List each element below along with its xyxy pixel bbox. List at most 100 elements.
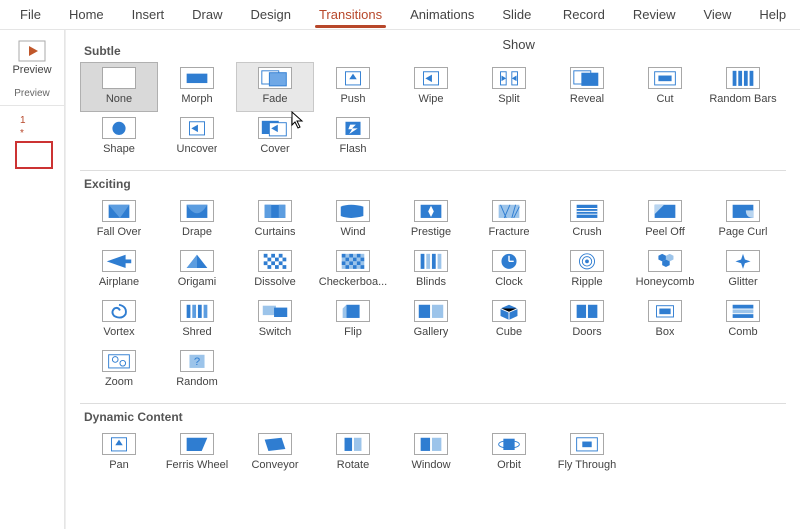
transition-pan[interactable]: Pan [80, 428, 158, 478]
transition-honeycomb[interactable]: Honeycomb [626, 245, 704, 295]
transition-ripple[interactable]: Ripple [548, 245, 626, 295]
transition-blinds-label: Blinds [416, 276, 446, 288]
preview-icon [18, 40, 46, 62]
transition-morph[interactable]: Morph [158, 62, 236, 112]
transition-flash[interactable]: Flash [314, 112, 392, 162]
preview-group-label: Preview [0, 88, 64, 106]
transition-clock[interactable]: Clock [470, 245, 548, 295]
transition-blinds[interactable]: Blinds [392, 245, 470, 295]
transition-wipe-label: Wipe [418, 93, 443, 105]
transition-rotate-icon [336, 433, 370, 455]
transition-ferris-wheel-icon [180, 433, 214, 455]
transition-drape[interactable]: Drape [158, 195, 236, 245]
transition-cut-label: Cut [656, 93, 673, 105]
tab-transitions[interactable]: Transitions [305, 0, 396, 30]
transition-push[interactable]: Push [314, 62, 392, 112]
transition-box-icon [648, 300, 682, 322]
transition-rotate[interactable]: Rotate [314, 428, 392, 478]
tab-design[interactable]: Design [237, 0, 305, 30]
transition-cut-icon [648, 67, 682, 89]
tab-insert[interactable]: Insert [118, 0, 179, 30]
transition-morph-label: Morph [181, 93, 212, 105]
tab-record[interactable]: Record [549, 0, 619, 30]
transition-dissolve-label: Dissolve [254, 276, 296, 288]
transition-gallery[interactable]: Gallery [392, 295, 470, 345]
tab-animations[interactable]: Animations [396, 0, 488, 30]
transition-uncover[interactable]: Uncover [158, 112, 236, 162]
transition-page-curl[interactable]: Page Curl [704, 195, 782, 245]
transition-ferris-wheel[interactable]: Ferris Wheel [158, 428, 236, 478]
transition-checkerboa[interactable]: Checkerboa... [314, 245, 392, 295]
transition-curtains[interactable]: Curtains [236, 195, 314, 245]
transition-none-label: None [106, 93, 132, 105]
transition-fade[interactable]: Fade [236, 62, 314, 112]
transition-vortex-label: Vortex [103, 326, 134, 338]
transition-wind[interactable]: Wind [314, 195, 392, 245]
transition-comb[interactable]: Comb [704, 295, 782, 345]
slide-thumbnail[interactable] [16, 142, 52, 168]
transition-reveal-label: Reveal [570, 93, 604, 105]
transition-flash-label: Flash [340, 143, 367, 155]
transition-fracture[interactable]: Fracture [470, 195, 548, 245]
transition-dissolve[interactable]: Dissolve [236, 245, 314, 295]
tab-slide-show[interactable]: Slide Show [488, 0, 549, 30]
transition-fly-through-icon [570, 433, 604, 455]
transition-clock-label: Clock [495, 276, 523, 288]
transition-reveal-icon [570, 67, 604, 89]
transition-window[interactable]: Window [392, 428, 470, 478]
slide-thumbnail-rail: 1 * [12, 106, 52, 168]
transition-reveal[interactable]: Reveal [548, 62, 626, 112]
transition-none[interactable]: None [80, 62, 158, 112]
transition-conveyor[interactable]: Conveyor [236, 428, 314, 478]
transition-split[interactable]: Split [470, 62, 548, 112]
transition-checkerboa-icon [336, 250, 370, 272]
transition-dissolve-icon [258, 250, 292, 272]
transition-uncover-label: Uncover [177, 143, 218, 155]
transition-airplane[interactable]: Airplane [80, 245, 158, 295]
tab-help[interactable]: Help [745, 0, 800, 30]
transition-peel-off[interactable]: Peel Off [626, 195, 704, 245]
section-title-exciting: Exciting [84, 177, 786, 191]
transition-crush[interactable]: Crush [548, 195, 626, 245]
transition-shape-icon [102, 117, 136, 139]
tab-view[interactable]: View [689, 0, 745, 30]
tab-file[interactable]: File [6, 0, 55, 30]
transition-doors[interactable]: Doors [548, 295, 626, 345]
transition-zoom[interactable]: Zoom [80, 345, 158, 395]
transition-gallery-icon [414, 300, 448, 322]
transition-morph-icon [180, 67, 214, 89]
slide-animation-indicator: * [12, 130, 24, 138]
transition-prestige[interactable]: Prestige [392, 195, 470, 245]
transition-cover[interactable]: Cover [236, 112, 314, 162]
transition-box[interactable]: Box [626, 295, 704, 345]
transition-curtains-icon [258, 200, 292, 222]
tab-draw[interactable]: Draw [178, 0, 236, 30]
transition-crush-label: Crush [572, 226, 601, 238]
transition-doors-label: Doors [572, 326, 601, 338]
transition-shape[interactable]: Shape [80, 112, 158, 162]
transition-origami[interactable]: Origami [158, 245, 236, 295]
transition-fly-through[interactable]: Fly Through [548, 428, 626, 478]
transition-curtains-label: Curtains [255, 226, 296, 238]
transition-shred[interactable]: Shred [158, 295, 236, 345]
transition-blinds-icon [414, 250, 448, 272]
transition-fade-icon [258, 67, 292, 89]
transition-glitter[interactable]: Glitter [704, 245, 782, 295]
transition-random[interactable]: ?Random [158, 345, 236, 395]
transition-origami-icon [180, 250, 214, 272]
transition-random-bars[interactable]: Random Bars [704, 62, 782, 112]
transition-wipe[interactable]: Wipe [392, 62, 470, 112]
transition-cut[interactable]: Cut [626, 62, 704, 112]
preview-button[interactable]: Preview [0, 36, 64, 82]
transition-cube[interactable]: Cube [470, 295, 548, 345]
transition-peel-off-icon [648, 200, 682, 222]
transition-vortex[interactable]: Vortex [80, 295, 158, 345]
transition-flip[interactable]: Flip [314, 295, 392, 345]
transition-switch[interactable]: Switch [236, 295, 314, 345]
tab-review[interactable]: Review [619, 0, 690, 30]
transition-page-curl-label: Page Curl [719, 226, 768, 238]
transition-orbit[interactable]: Orbit [470, 428, 548, 478]
transition-box-label: Box [656, 326, 675, 338]
transition-fall-over[interactable]: Fall Over [80, 195, 158, 245]
tab-home[interactable]: Home [55, 0, 118, 30]
